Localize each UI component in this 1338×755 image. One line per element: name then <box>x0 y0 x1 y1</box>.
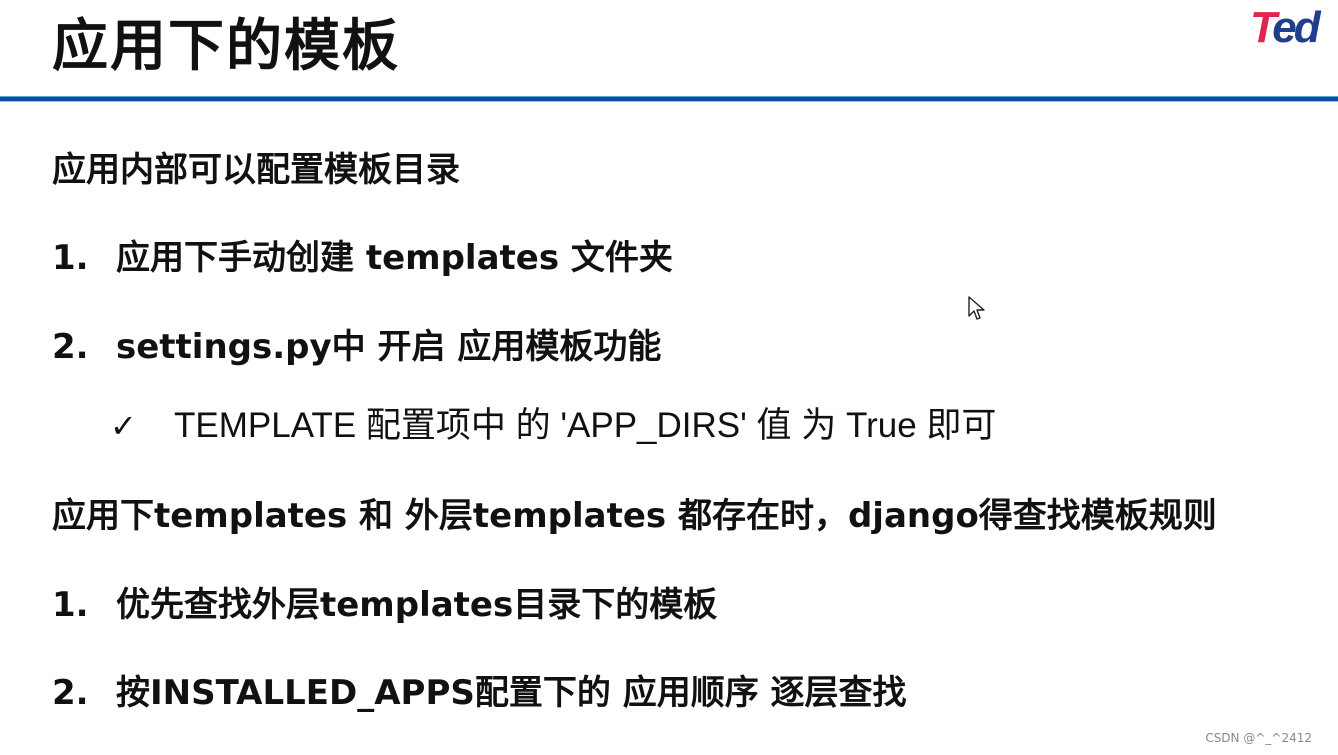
list-text: settings.py中 开启 应用模板功能 <box>116 327 662 367</box>
list-text: 优先查找外层templates目录下的模板 <box>116 585 718 625</box>
list-item: 1. 优先查找外层templates目录下的模板 <box>52 583 717 627</box>
title-divider <box>0 96 1338 102</box>
list-text: 按INSTALLED_APPS配置下的 应用顺序 逐层查找 <box>116 673 907 713</box>
list-number: 2. <box>52 327 89 367</box>
section1-heading: 应用内部可以配置模板目录 <box>52 150 460 190</box>
tedu-logo: Ted <box>1250 3 1321 52</box>
slide-title: 应用下的模板 <box>52 14 400 79</box>
logo-letter-t: T <box>1250 3 1275 52</box>
list-item: 2. settings.py中 开启 应用模板功能 <box>52 325 661 369</box>
list-item: 2. 按INSTALLED_APPS配置下的 应用顺序 逐层查找 <box>52 671 907 715</box>
watermark: CSDN @^_^2412 <box>1205 731 1312 745</box>
sub-list-item: ✓ TEMPLATE 配置项中 的 'APP_DIRS' 值 为 True 即可 <box>110 404 996 448</box>
mouse-cursor-icon <box>968 296 985 320</box>
list-text: 应用下手动创建 templates 文件夹 <box>116 238 673 278</box>
list-number: 1. <box>52 238 89 278</box>
section2-heading: 应用下templates 和 外层templates 都存在时，django得查… <box>52 496 1217 536</box>
sub-list-text: TEMPLATE 配置项中 的 'APP_DIRS' 值 为 True 即可 <box>174 406 997 445</box>
list-number: 2. <box>52 673 89 713</box>
logo-letters-ed: ed <box>1272 3 1320 52</box>
checkmark-icon: ✓ <box>110 408 137 444</box>
list-item: 1. 应用下手动创建 templates 文件夹 <box>52 236 673 280</box>
list-number: 1. <box>52 585 89 625</box>
